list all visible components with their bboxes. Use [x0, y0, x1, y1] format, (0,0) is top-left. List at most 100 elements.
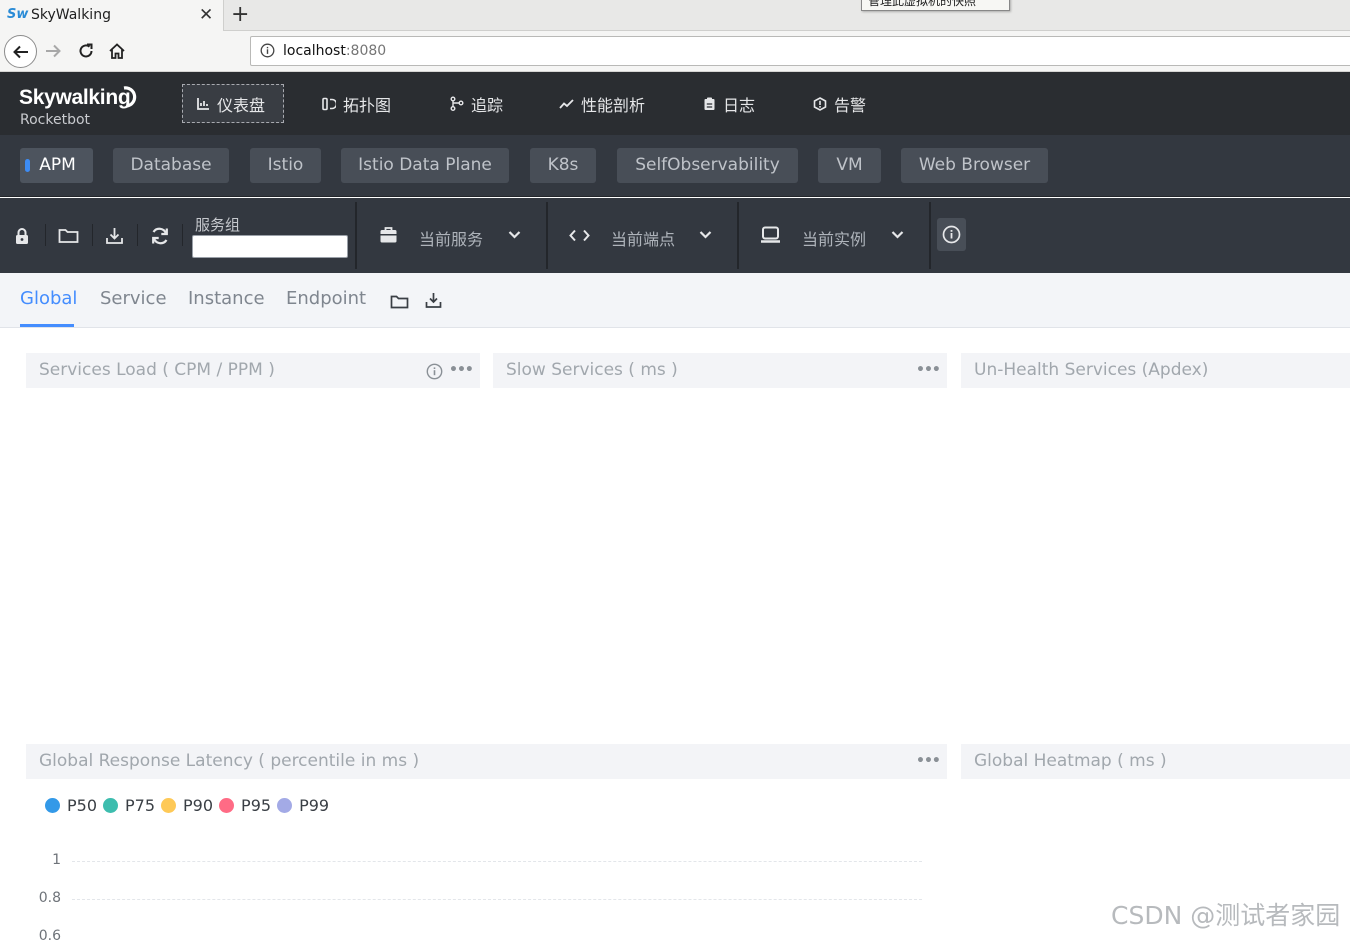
panel-services-load: Services Load ( CPM / PPM ) •••	[26, 353, 480, 388]
layer-tab-web-browser[interactable]: Web Browser	[901, 148, 1048, 183]
nav-trace[interactable]: 追踪	[450, 84, 503, 123]
more-menu-icon[interactable]: •••	[449, 362, 474, 378]
chevron-down-icon[interactable]	[508, 230, 521, 240]
layer-tab-apm[interactable]: APM	[20, 148, 93, 183]
legend-swatch	[45, 798, 60, 813]
layer-tab-database[interactable]: Database	[113, 148, 229, 183]
nav-label: 仪表盘	[217, 95, 266, 115]
grid-line	[72, 899, 922, 900]
info-button[interactable]	[937, 218, 966, 251]
panel-global-response-latency: Global Response Latency ( percentile in …	[26, 744, 947, 779]
layer-tab-vm[interactable]: VM	[818, 148, 881, 183]
download-icon[interactable]	[425, 292, 442, 309]
legend-item-p75[interactable]: P75	[103, 796, 155, 815]
info-icon	[942, 225, 961, 244]
back-button[interactable]	[4, 35, 37, 68]
nav-label: 拓扑图	[343, 95, 392, 115]
folder-icon[interactable]	[390, 294, 409, 309]
forward-arrow-icon[interactable]	[44, 42, 62, 60]
service-group-label: 服务组	[195, 216, 241, 234]
y-tick-label: 0.6	[38, 928, 61, 944]
url-bar[interactable]: localhost:8080	[250, 36, 1350, 66]
nav-topology[interactable]: 拓扑图	[322, 84, 391, 123]
legend-swatch	[219, 798, 235, 813]
legend-item-p99[interactable]: P99	[277, 796, 329, 815]
nav-label: 追踪	[471, 95, 504, 115]
divider	[45, 224, 46, 246]
panel-title: Services Load ( CPM / PPM )	[39, 360, 275, 380]
info-icon[interactable]	[426, 363, 443, 380]
nav-log[interactable]: 日志	[703, 84, 755, 123]
nav-dashboard[interactable]: 仪表盘	[182, 84, 284, 123]
divider	[929, 202, 931, 269]
skywalking-favicon-icon: Sw	[7, 7, 29, 22]
panel-slow-services: Slow Services ( ms ) •••	[493, 353, 947, 388]
layer-tab-istio-data-plane[interactable]: Istio Data Plane	[341, 148, 509, 183]
close-tab-icon[interactable]: ✕	[199, 5, 213, 25]
current-service-select[interactable]: 当前服务	[419, 226, 483, 250]
active-indicator	[25, 159, 30, 172]
topology-icon	[322, 97, 336, 110]
url-host: localhost	[283, 43, 346, 59]
nav-label: 告警	[834, 95, 867, 115]
layer-tab-selfobservability[interactable]: SelfObservability	[617, 148, 798, 183]
legend-item-p90[interactable]: P90	[161, 796, 213, 815]
more-menu-icon[interactable]: •••	[916, 753, 941, 769]
tab-service[interactable]: Service	[100, 288, 167, 309]
logo-subtitle: Rocketbot	[20, 112, 91, 128]
nav-profile[interactable]: 性能剖析	[559, 84, 645, 123]
layer-label: APM	[39, 155, 76, 175]
endpoint-code-icon	[569, 229, 590, 242]
browser-tab[interactable]: Sw SkyWalking ✕	[0, 0, 224, 31]
chart-legend: P50 P75 P90 P95 P99	[45, 796, 335, 815]
panel-unhealth-services: Un-Health Services (Apdex)	[961, 353, 1350, 388]
tab-global[interactable]: Global	[20, 288, 77, 309]
legend-swatch	[277, 798, 293, 813]
nav-alarm[interactable]: 告警	[813, 84, 866, 123]
reload-icon[interactable]	[77, 42, 95, 60]
tab-endpoint[interactable]: Endpoint	[286, 288, 366, 309]
lock-icon[interactable]	[14, 227, 30, 245]
skywalking-logo: Skywalking	[19, 86, 131, 109]
dashboard-icon	[197, 98, 209, 110]
tab-instance[interactable]: Instance	[188, 288, 265, 309]
divider	[355, 202, 357, 269]
legend-swatch	[161, 798, 177, 813]
more-menu-icon[interactable]: •••	[916, 362, 941, 378]
legend-label: P75	[125, 796, 156, 815]
panel-title: Slow Services ( ms )	[506, 360, 678, 380]
layer-tab-k8s[interactable]: K8s	[530, 148, 596, 183]
profile-icon	[559, 98, 574, 109]
service-group-input[interactable]	[192, 235, 348, 258]
legend-swatch	[103, 798, 119, 813]
folder-icon[interactable]	[58, 227, 79, 244]
nav-label: 性能剖析	[581, 95, 646, 115]
new-tab-plus-icon[interactable]: +	[231, 2, 249, 27]
current-instance-select[interactable]: 当前实例	[802, 226, 866, 250]
download-icon[interactable]	[105, 227, 124, 245]
current-endpoint-select[interactable]: 当前端点	[611, 226, 675, 250]
home-icon[interactable]	[108, 42, 126, 60]
legend-label: P50	[67, 796, 98, 815]
chevron-down-icon[interactable]	[891, 230, 904, 240]
refresh-icon[interactable]	[150, 227, 170, 245]
vm-snapshot-tooltip: 管理此虚拟机的快照	[861, 0, 1010, 11]
legend-item-p95[interactable]: P95	[219, 796, 271, 815]
divider	[737, 202, 739, 269]
trace-icon	[450, 96, 464, 111]
log-icon	[704, 97, 715, 110]
y-tick-label: 0.8	[38, 890, 61, 906]
grid-line	[72, 861, 922, 862]
panel-title: Un-Health Services (Apdex)	[974, 360, 1209, 380]
site-info-icon[interactable]	[260, 43, 275, 58]
legend-item-p50[interactable]: P50	[45, 796, 97, 815]
tab-title: SkyWalking	[31, 7, 111, 23]
browser-tab-bar: Sw SkyWalking ✕ + 管理此虚拟机的快照	[0, 0, 1350, 31]
layer-tab-istio[interactable]: Istio	[250, 148, 321, 183]
dashboard-tabs: Global Service Instance Endpoint	[0, 273, 1350, 328]
chevron-down-icon[interactable]	[699, 230, 712, 240]
legend-label: P90	[183, 796, 214, 815]
alarm-icon	[813, 96, 827, 111]
layer-tab-bar: APM Database Istio Istio Data Plane K8s …	[0, 135, 1350, 197]
panel-title: Global Heatmap ( ms )	[974, 751, 1167, 771]
